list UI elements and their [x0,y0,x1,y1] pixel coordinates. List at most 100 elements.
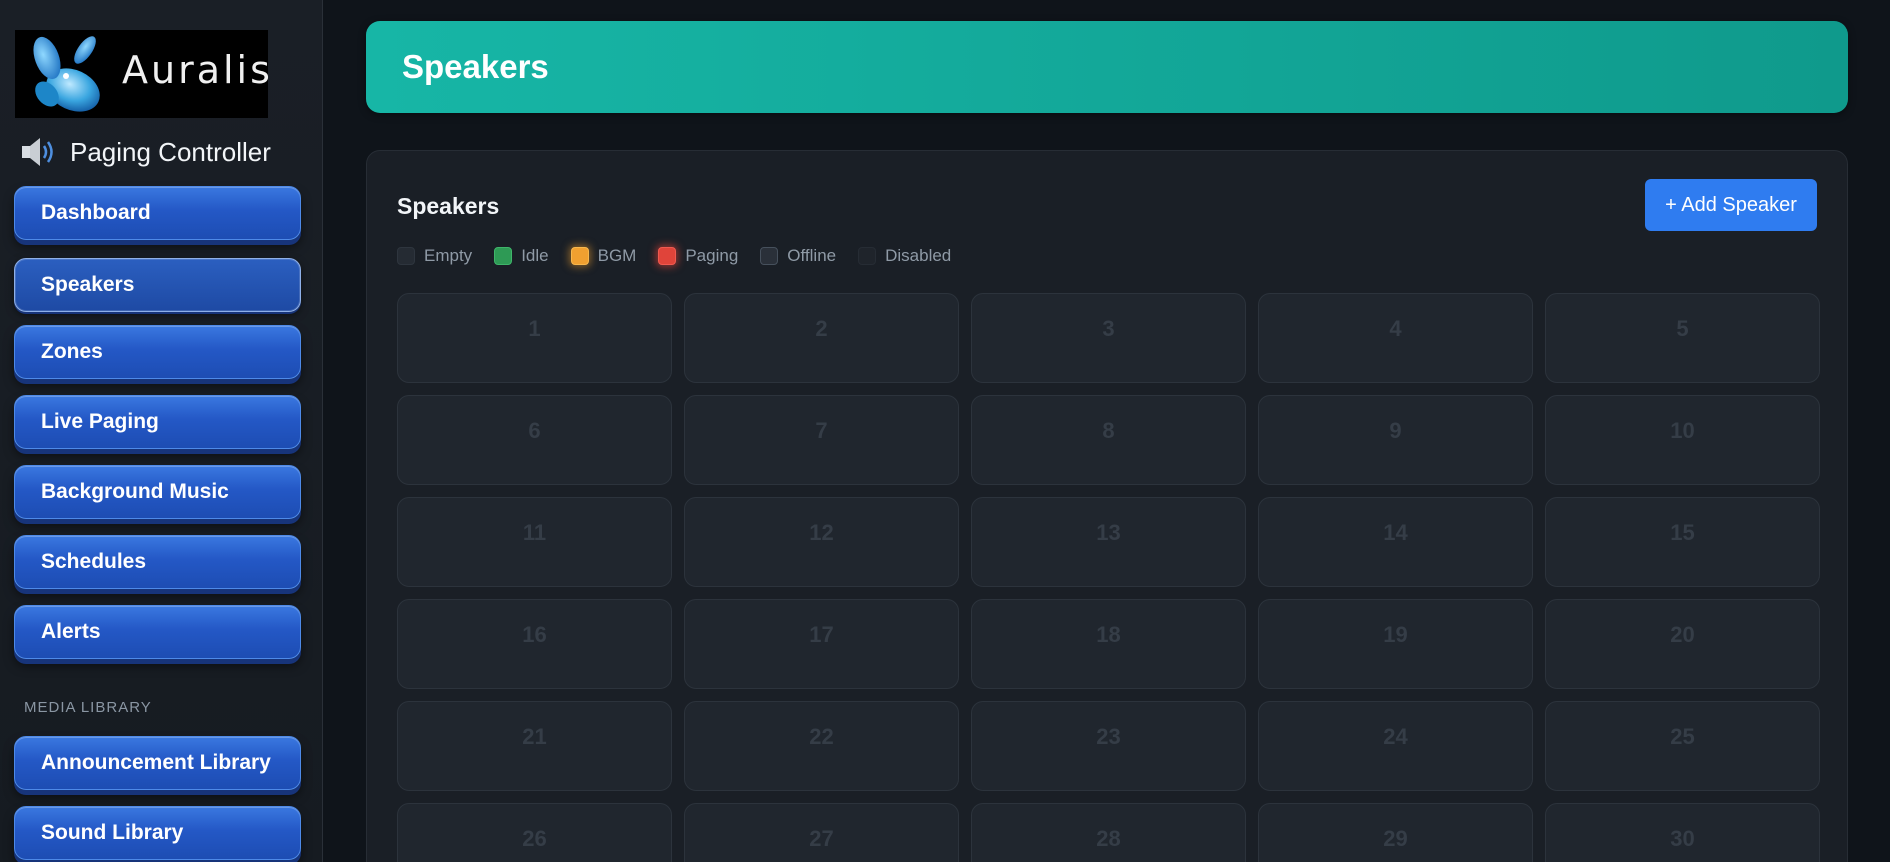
speaker-slot-number: 20 [1670,622,1695,647]
speaker-slot-number: 17 [809,622,834,647]
speaker-slot[interactable]: 18 [971,599,1246,689]
speaker-slot[interactable]: 13 [971,497,1246,587]
speaker-slot[interactable]: 28 [971,803,1246,862]
speaker-slot-number: 26 [522,826,547,851]
speaker-slot[interactable]: 23 [971,701,1246,791]
speaker-slot-number: 4 [1389,316,1402,341]
controller-title: Paging Controller [70,136,271,167]
speaker-slot-number: 21 [522,724,547,749]
speaker-slot[interactable]: 24 [1258,701,1533,791]
speaker-slot[interactable]: 1 [397,293,672,383]
speaker-slot[interactable]: 15 [1545,497,1820,587]
speaker-slot[interactable]: 10 [1545,395,1820,485]
panel-title: Speakers [397,193,500,219]
speaker-icon [22,138,53,166]
speaker-slot[interactable]: 19 [1258,599,1533,689]
speaker-slot-number: 25 [1670,724,1695,749]
legend-swatch [760,247,779,265]
speaker-slot-number: 2 [815,316,828,341]
speaker-slot-number: 28 [1096,826,1121,851]
legend-label: Empty [424,246,473,265]
speaker-slot[interactable]: 6 [397,395,672,485]
sidebar-item-zones[interactable]: Zones [14,325,301,379]
speaker-slot[interactable]: 11 [397,497,672,587]
speaker-slot-number: 16 [522,622,547,647]
controller-header: Paging Controller [20,132,308,172]
speaker-slot-number: 14 [1383,520,1408,545]
sidebar-item-alerts[interactable]: Alerts [14,605,301,659]
legend-label: Paging [685,246,739,265]
legend-item-bgm: BGM [570,246,637,266]
speaker-slot[interactable]: 16 [397,599,672,689]
speaker-slot-number: 6 [528,418,541,443]
brand-logo: Auralis [15,30,270,118]
sidebar-nav: Dashboard Speakers Zones Live Paging Backgro… [14,186,308,659]
speaker-slot[interactable]: 2 [684,293,959,383]
speaker-slot-number: 1 [528,316,541,341]
legend-label: Idle [521,246,549,265]
sidebar-item-label: Dashboard [41,201,151,224]
speaker-slot[interactable]: 29 [1258,803,1533,862]
speaker-slot[interactable]: 4 [1258,293,1533,383]
speaker-slot[interactable]: 22 [684,701,959,791]
sidebar-item-label: Schedules [41,550,147,573]
speaker-slot-number: 13 [1096,520,1121,545]
sidebar-item-speakers[interactable]: Speakers [14,258,301,312]
legend-label: BGM [597,246,637,265]
speaker-slot[interactable]: 21 [397,701,672,791]
speaker-slot[interactable]: 26 [397,803,672,862]
speaker-slot[interactable]: 9 [1258,395,1533,485]
speaker-slot-number: 23 [1096,724,1121,749]
speaker-slot[interactable]: 30 [1545,803,1820,862]
sidebar-item-live-paging[interactable]: Live Paging [14,395,301,449]
add-speaker-button[interactable]: + Add Speaker [1645,179,1817,231]
sidebar-item-announcement-library[interactable]: Announcement Library [14,736,301,790]
speaker-slot[interactable]: 27 [684,803,959,862]
speaker-slot-number: 29 [1383,826,1408,851]
legend-label: Disabled [885,246,952,265]
auralis-logo-icon [33,36,100,112]
sidebar: Auralis Paging Controller Dashboard Speak… [0,0,323,862]
sidebar-item-background-music[interactable]: Background Music [14,465,301,519]
speaker-slot-number: 11 [522,520,547,545]
speaker-slot[interactable]: 25 [1545,701,1820,791]
sidebar-media-nav: Announcement Library Sound Library [14,736,308,860]
sidebar-item-label: Alerts [41,620,101,643]
status-legend: Empty Idle BGM Paging Offline Disabled [397,241,1817,271]
speaker-slot[interactable]: 8 [971,395,1246,485]
speaker-slot-number: 7 [815,418,828,443]
speaker-slot[interactable]: 14 [1258,497,1533,587]
speaker-slot-number: 15 [1670,520,1695,545]
page-title: Speakers [402,48,549,85]
sidebar-item-label: Live Paging [41,410,159,433]
sidebar-item-label: Announcement Library [41,751,271,774]
speaker-slot-number: 5 [1676,316,1689,341]
speaker-slot-number: 24 [1383,724,1408,749]
sidebar-item-label: Background Music [41,480,229,503]
speaker-slot[interactable]: 17 [684,599,959,689]
speaker-slot-number: 3 [1102,316,1115,341]
speakers-panel: Speakers + Add Speaker Empty Idle BGM Pagin… [366,150,1848,862]
speaker-slot[interactable]: 3 [971,293,1246,383]
speaker-slot-number: 22 [809,724,834,749]
app-root: Auralis Paging Controller Dashboard Speak… [0,0,1890,862]
speaker-grid: 1 2 3 4 5 6 7 8 9 10 11 12 13 14 15 16 17 18 19 20 21 22 23 24 2… [397,293,1820,862]
speaker-slot[interactable]: 5 [1545,293,1820,383]
legend-item-idle: Idle [494,246,549,266]
sidebar-item-dashboard[interactable]: Dashboard [14,186,301,240]
legend-swatch [397,247,415,265]
legend-item-disabled: Disabled [858,246,951,266]
legend-swatch [658,247,677,265]
speaker-slot-number: 8 [1102,418,1115,443]
legend-item-offline: Offline [760,246,836,266]
speaker-slot[interactable]: 7 [684,395,959,485]
sidebar-item-schedules[interactable]: Schedules [14,535,301,589]
speaker-slot-number: 18 [1096,622,1121,647]
legend-item-paging: Paging [658,246,738,266]
section-label-media-library: MEDIA LIBRARY [24,699,152,716]
panel-header: Speakers + Add Speaker [397,179,1817,231]
speaker-slot[interactable]: 12 [684,497,959,587]
speaker-slot[interactable]: 20 [1545,599,1820,689]
sidebar-item-sound-library[interactable]: Sound Library [14,806,301,860]
sidebar-item-label: Sound Library [41,821,184,844]
